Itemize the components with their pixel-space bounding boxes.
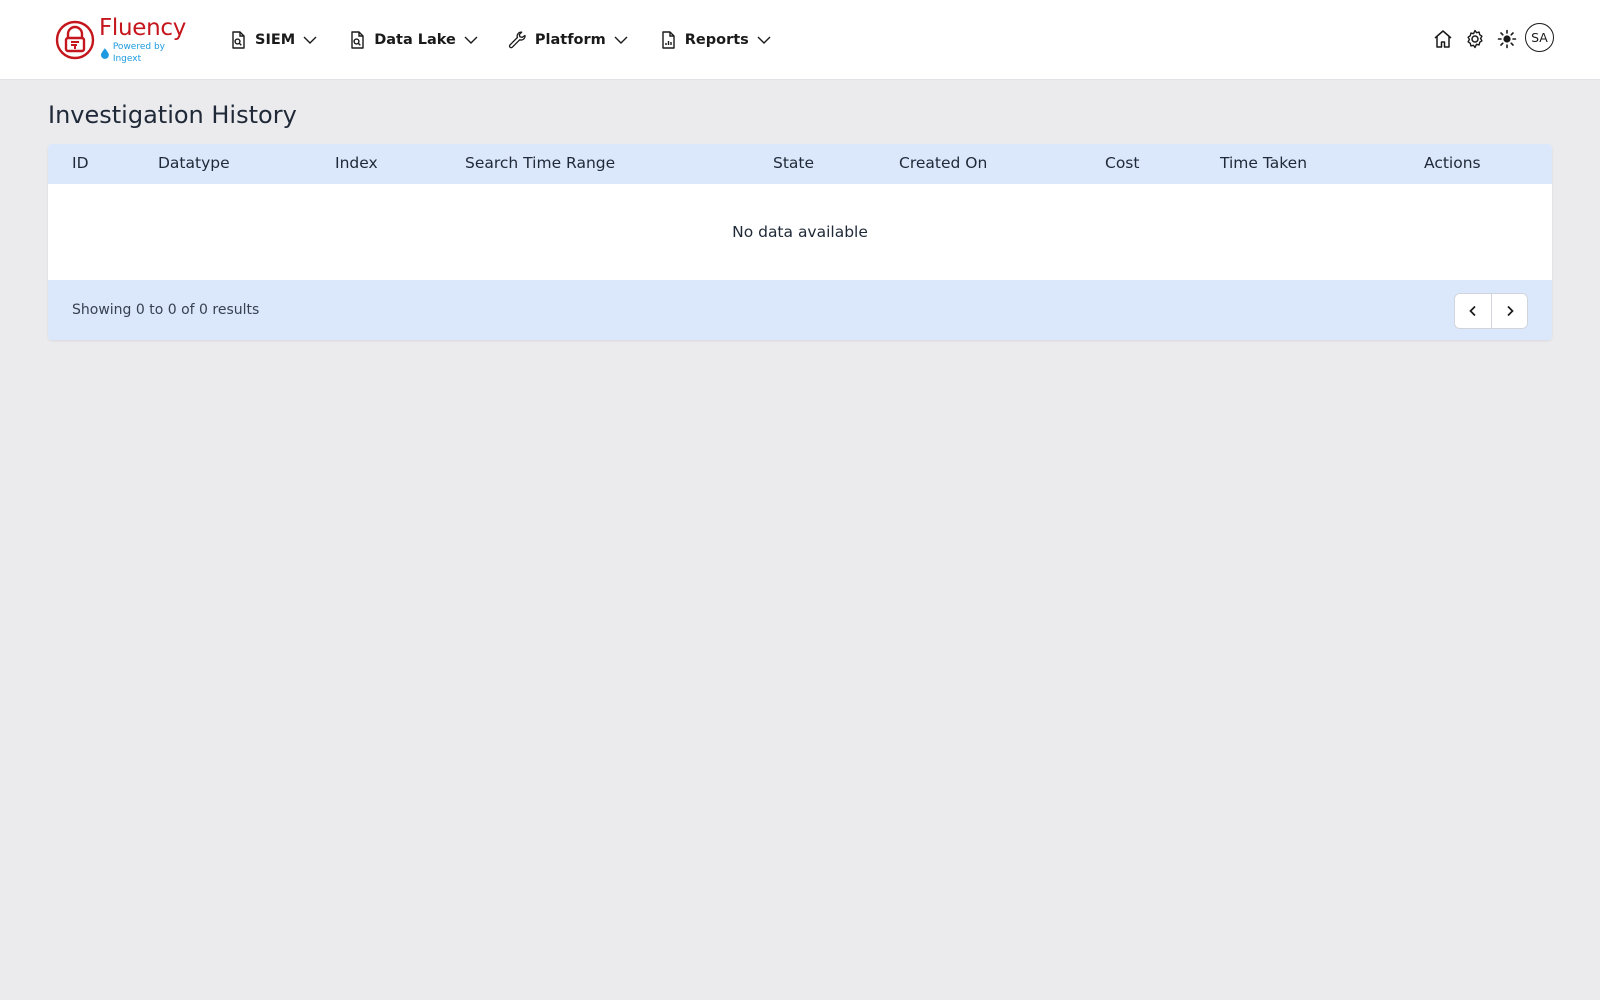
nav-platform-label: Platform <box>534 32 606 48</box>
chevron-down-icon <box>614 36 628 44</box>
logo-subtitle: Powered by Ingext <box>99 41 195 65</box>
nav-siem[interactable]: SIEM <box>228 24 319 56</box>
logo-subtitle-text: Powered by Ingext <box>112 41 165 64</box>
empty-state-text: No data available <box>732 223 868 241</box>
empty-state: No data available <box>48 184 1552 280</box>
table-footer: Showing 0 to 0 of 0 results <box>48 280 1552 340</box>
column-header-state[interactable]: State <box>773 144 814 184</box>
chevron-down-icon <box>464 36 478 44</box>
pagination <box>1454 293 1528 329</box>
nav-platform[interactable]: Platform <box>508 24 630 56</box>
nav-data-lake-label: Data Lake <box>374 32 456 48</box>
previous-page-button[interactable] <box>1455 294 1491 328</box>
column-header-id[interactable]: ID <box>72 144 89 184</box>
chevron-right-icon <box>1506 305 1514 317</box>
fluency-logo[interactable]: Fluency Powered by Ingext <box>55 14 195 64</box>
top-navbar: Fluency Powered by Ingext SIEM Data Lake… <box>0 0 1600 80</box>
sun-icon <box>1497 29 1517 49</box>
page-title: Investigation History <box>48 101 297 129</box>
gear-icon <box>1467 29 1483 49</box>
column-header-actions: Actions <box>1424 154 1481 172</box>
investigation-table: ID Datatype Index Search Time Range Stat… <box>48 144 1552 340</box>
column-header-search-time-range[interactable]: Search Time Range <box>465 144 615 184</box>
main-nav: SIEM Data Lake Platform Reports <box>228 24 801 56</box>
column-header-cost[interactable]: Cost <box>1105 144 1139 184</box>
next-page-button[interactable] <box>1491 294 1527 328</box>
home-icon <box>1434 30 1452 48</box>
wrench-icon <box>508 31 526 49</box>
nav-reports-label: Reports <box>684 32 749 48</box>
column-header-index[interactable]: Index <box>335 144 378 184</box>
home-button[interactable] <box>1431 27 1455 51</box>
column-header-time-taken[interactable]: Time Taken <box>1220 144 1307 184</box>
droplet-icon <box>100 47 109 59</box>
chevron-down-icon <box>757 36 771 44</box>
user-avatar[interactable]: SA <box>1525 22 1554 52</box>
document-search-icon <box>351 31 364 49</box>
column-header-created-on[interactable]: Created On <box>899 144 987 184</box>
results-summary: Showing 0 to 0 of 0 results <box>72 302 260 318</box>
nav-reports[interactable]: Reports <box>658 24 773 56</box>
settings-button[interactable] <box>1463 27 1487 51</box>
theme-toggle-button[interactable] <box>1495 27 1519 51</box>
document-search-icon <box>232 31 245 49</box>
nav-data-lake[interactable]: Data Lake <box>347 24 480 56</box>
fluency-logo-icon <box>55 20 95 60</box>
chevron-left-icon <box>1469 305 1476 317</box>
header-actions: SA <box>1423 22 1554 56</box>
logo-name: Fluency <box>99 14 187 41</box>
document-chart-icon <box>662 31 675 49</box>
nav-siem-label: SIEM <box>255 32 296 48</box>
chevron-down-icon <box>303 36 317 44</box>
table-header: ID Datatype Index Search Time Range Stat… <box>48 144 1552 184</box>
column-header-datatype[interactable]: Datatype <box>158 144 230 184</box>
